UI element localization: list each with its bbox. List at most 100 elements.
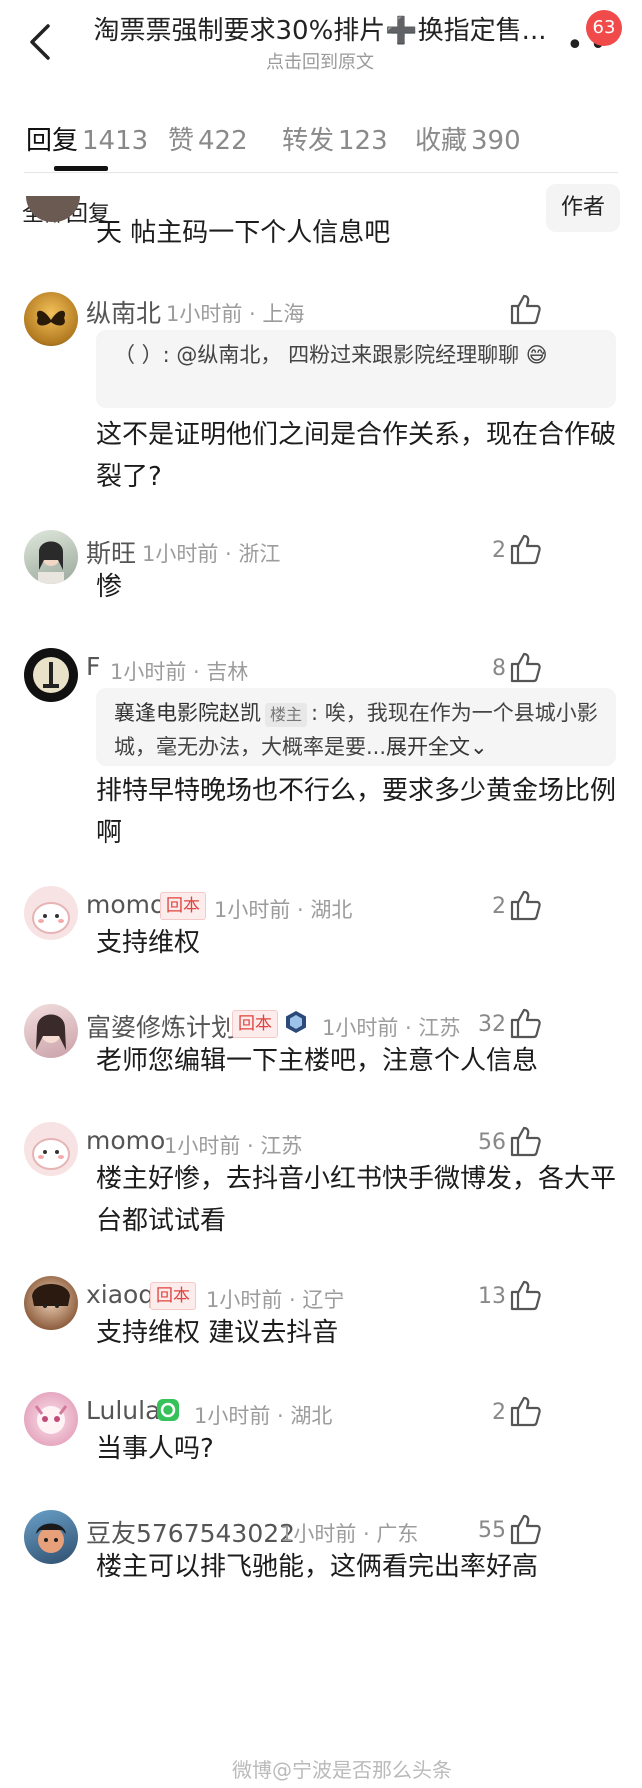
avatar[interactable] [24, 1510, 78, 1564]
comment-time: 1小时前 [164, 1134, 241, 1158]
comment-meta: 1小时前 · 广东 [280, 1522, 419, 1546]
avatar[interactable] [24, 1276, 78, 1330]
back-arrow-icon[interactable] [22, 22, 62, 62]
comment-location: 湖北 [310, 898, 353, 922]
username[interactable]: 豆友5767543022 [86, 1514, 295, 1550]
like-count: 8 [492, 656, 506, 681]
comment-meta: 1小时前 · 湖北 [214, 898, 353, 922]
quoted-reply[interactable]: 襄逢电影院赵凯 楼主: 唉，我现在作为一个县城小影城，毫无办法，大概率是要...展… [96, 688, 616, 766]
username[interactable]: momo [86, 1126, 165, 1155]
tab-replies[interactable]: 回复 1413 [26, 120, 148, 157]
comment-meta: 1小时前 · 辽宁 [206, 1288, 345, 1312]
avatar[interactable] [24, 1392, 78, 1446]
comment-location: 广东 [376, 1522, 419, 1546]
username[interactable]: 纵南北 [86, 294, 161, 330]
avatar[interactable] [24, 648, 78, 702]
avatar-figure [32, 1284, 70, 1308]
tab-bar: 回复 1413 赞 422 转发 123 收藏 390 [0, 110, 642, 172]
quoted-reply[interactable]: （ ）: @纵南北， 四粉过来跟影院经理聊聊 😅 [96, 330, 616, 408]
comment-meta: 1小时前 · 吉林 [110, 660, 249, 684]
level-badge-icon [286, 1011, 306, 1033]
comment-time: 1小时前 [206, 1288, 283, 1312]
avatar[interactable] [24, 530, 78, 584]
thumbs-up-icon[interactable] [508, 1124, 542, 1158]
tab-favorites[interactable]: 收藏 390 [415, 120, 521, 157]
comment-content: 天 帖主码一下个人信息吧 [96, 218, 391, 248]
thumbs-up-icon[interactable] [508, 1278, 542, 1312]
comment-time: 1小时前 [166, 302, 243, 326]
tab-replies-label: 回复 [26, 126, 79, 156]
avatar[interactable] [24, 886, 78, 940]
notification-badge[interactable]: 63 [586, 10, 622, 46]
comment-meta: 1小时前 · 江苏 [322, 1016, 461, 1040]
comment-location: 江苏 [418, 1016, 461, 1040]
butterfly-icon [36, 310, 66, 326]
thumbs-up-icon[interactable] [508, 1512, 542, 1546]
tab-replies-count: 1413 [82, 126, 149, 156]
quoted-text: （ ）: @纵南北， 四粉过来跟影院经理聊聊 😅 [114, 343, 548, 367]
like-count: 55 [478, 1518, 506, 1543]
post-title[interactable]: 淘票票强制要求30%排片➕换指定售... [85, 10, 555, 47]
thumbs-up-icon[interactable] [508, 888, 542, 922]
comment-time: 1小时前 [142, 542, 219, 566]
tab-likes-label: 赞 [168, 126, 195, 156]
avatar-figure [38, 541, 64, 584]
comment-location: 浙江 [238, 542, 281, 566]
avatar-figure [36, 1523, 66, 1553]
comment-time: 1小时前 [110, 660, 187, 684]
like-count: 13 [478, 1284, 506, 1309]
comment-content: 惨 [96, 572, 123, 602]
avatar[interactable] [24, 292, 78, 346]
divider [24, 172, 618, 173]
member-badge-icon [157, 1399, 179, 1421]
user-tag: 回本 [150, 1282, 196, 1310]
quoted-author[interactable]: 襄逢电影院赵凯 [114, 701, 261, 725]
avatar[interactable] [24, 1122, 78, 1176]
comment-content: 老师您编辑一下主楼吧，注意个人信息 [96, 1046, 539, 1076]
comment-time: 1小时前 [214, 898, 291, 922]
username[interactable]: F [86, 652, 100, 681]
like-count: 2 [492, 894, 506, 919]
tab-favorites-count: 390 [471, 126, 521, 156]
username[interactable]: Lulula [86, 1396, 160, 1425]
tab-favorites-label: 收藏 [415, 126, 468, 156]
comment-content: 这不是证明他们之间是合作关系，现在合作破裂了? [96, 420, 617, 492]
tab-reposts-label: 转发 [282, 126, 335, 156]
comment-content: 支持维权 建议去抖音 [96, 1318, 339, 1348]
tab-likes[interactable]: 赞 422 [168, 120, 248, 157]
user-tag: 回本 [160, 892, 206, 920]
username[interactable]: 富婆修炼计划 [86, 1008, 236, 1044]
username[interactable]: momo [86, 890, 165, 919]
expand-full-text-link[interactable]: 展开全文 [386, 735, 470, 759]
like-count: 32 [478, 1012, 506, 1037]
avatar-figure [36, 1014, 66, 1050]
like-count: 56 [478, 1130, 506, 1155]
comment-location: 江苏 [260, 1134, 303, 1158]
comment-time: 1小时前 [194, 1404, 271, 1428]
comment-content: 排特早特晚场也不行么，要求多少黄金场比例啊 [96, 776, 617, 848]
avatar-figure [33, 657, 69, 693]
thumbs-up-icon[interactable] [508, 1006, 542, 1040]
username[interactable]: 斯旺 [86, 534, 136, 570]
top-bar: 淘票票强制要求30%排片➕换指定售... 点击回到原文 • • 63 [0, 0, 642, 110]
comment-content: 楼主可以排飞驰能，这俩看完出率好高 [96, 1552, 539, 1582]
thumbs-up-icon[interactable] [508, 532, 542, 566]
comment-meta: 1小时前 · 上海 [166, 302, 305, 326]
tab-likes-count: 422 [198, 126, 248, 156]
avatar-figure [32, 1138, 70, 1170]
comment-location: 湖北 [290, 1404, 333, 1428]
back-to-original-link[interactable]: 点击回到原文 [85, 48, 555, 74]
comment-content: 楼主好惨，去抖音小红书快手微博发，各大平台都试试看 [96, 1164, 617, 1236]
comment-location: 上海 [262, 302, 305, 326]
comment-meta: 1小时前 · 浙江 [142, 542, 281, 566]
chevron-down-icon[interactable]: ⌄ [470, 735, 488, 759]
comment-location: 吉林 [206, 660, 249, 684]
thumbs-up-icon[interactable] [508, 650, 542, 684]
thumbs-up-icon[interactable] [508, 1394, 542, 1428]
tab-reposts-count: 123 [338, 126, 388, 156]
like-count: 2 [492, 1400, 506, 1425]
comment-time: 1小时前 [280, 1522, 357, 1546]
avatar[interactable] [24, 1004, 78, 1058]
tab-reposts[interactable]: 转发 123 [282, 120, 388, 157]
thumbs-up-icon[interactable] [508, 292, 542, 326]
